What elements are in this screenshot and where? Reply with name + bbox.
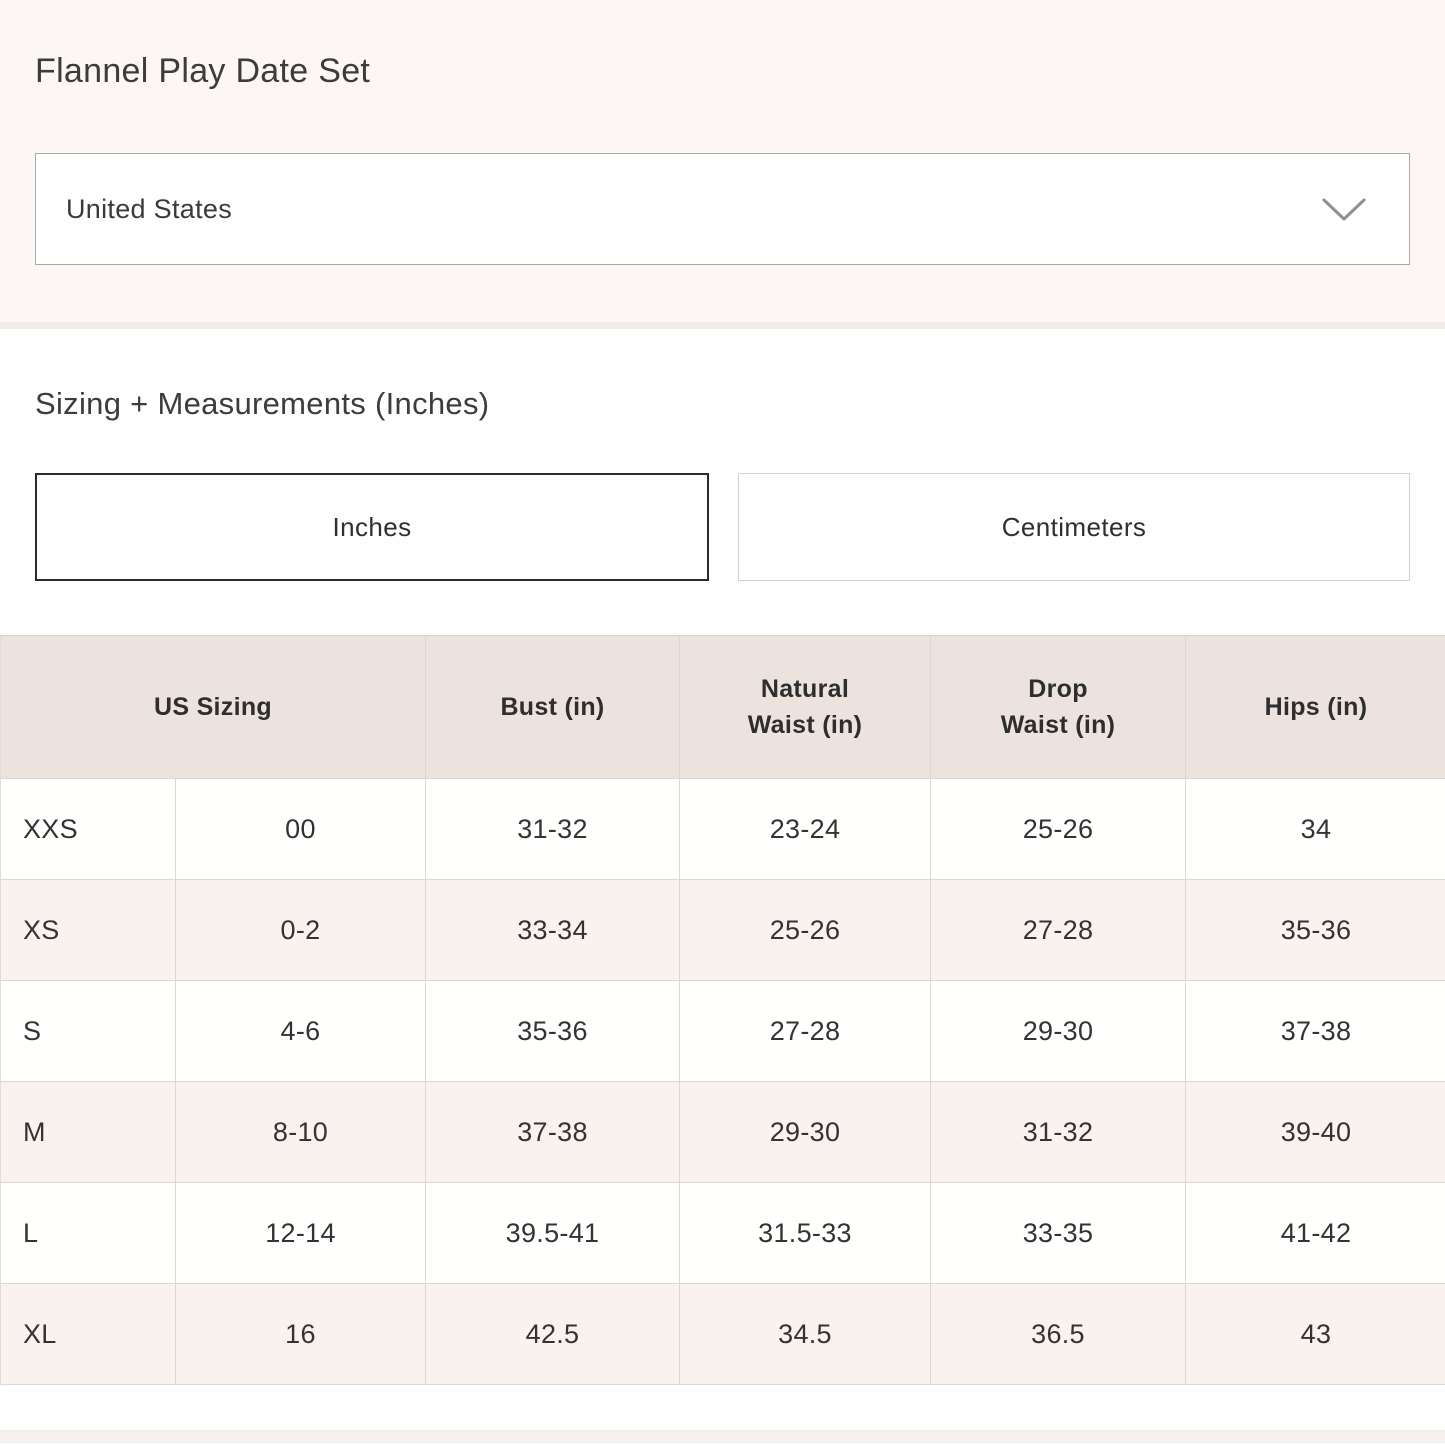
size-table: US Sizing Bust (in) Natural Waist (in) D…	[0, 635, 1445, 1385]
cropped-next-section-edge	[0, 1430, 1445, 1443]
chevron-down-icon	[1321, 195, 1367, 223]
table-cell-hips: 39-40	[1186, 1082, 1445, 1183]
table-cell-bust: 35-36	[426, 981, 680, 1082]
table-cell-natural-waist: 34.5	[680, 1284, 931, 1385]
table-cell-us-size: 16	[176, 1284, 426, 1385]
country-select[interactable]: United States	[35, 153, 1410, 265]
table-cell-size: XXS	[1, 779, 176, 880]
column-header-bust: Bust (in)	[426, 636, 680, 779]
country-select-value: United States	[66, 194, 232, 225]
product-header-section: Flannel Play Date Set United States	[0, 0, 1445, 322]
column-header-us-sizing: US Sizing	[1, 636, 426, 779]
table-cell-drop-waist: 27-28	[931, 880, 1186, 981]
section-divider	[0, 322, 1445, 329]
page-title: Flannel Play Date Set	[35, 0, 1410, 91]
table-cell-bust: 42.5	[426, 1284, 680, 1385]
column-header-natural-waist: Natural Waist (in)	[680, 636, 931, 779]
table-cell-natural-waist: 31.5-33	[680, 1183, 931, 1284]
table-cell-size: L	[1, 1183, 176, 1284]
table-cell-hips: 41-42	[1186, 1183, 1445, 1284]
table-cell-us-size: 00	[176, 779, 426, 880]
table-cell-us-size: 0-2	[176, 880, 426, 981]
table-cell-bust: 37-38	[426, 1082, 680, 1183]
table-cell-hips: 34	[1186, 779, 1445, 880]
unit-toggle: Inches Centimeters	[35, 473, 1410, 581]
table-cell-drop-waist: 33-35	[931, 1183, 1186, 1284]
centimeters-toggle-button[interactable]: Centimeters	[738, 473, 1410, 581]
table-cell-us-size: 8-10	[176, 1082, 426, 1183]
column-header-drop-waist: Drop Waist (in)	[931, 636, 1186, 779]
table-cell-natural-waist: 25-26	[680, 880, 931, 981]
table-cell-drop-waist: 31-32	[931, 1082, 1186, 1183]
table-cell-size: XS	[1, 880, 176, 981]
table-cell-drop-waist: 25-26	[931, 779, 1186, 880]
table-cell-natural-waist: 23-24	[680, 779, 931, 880]
table-cell-size: M	[1, 1082, 176, 1183]
table-cell-drop-waist: 36.5	[931, 1284, 1186, 1385]
table-cell-natural-waist: 27-28	[680, 981, 931, 1082]
table-cell-natural-waist: 29-30	[680, 1082, 931, 1183]
table-cell-drop-waist: 29-30	[931, 981, 1186, 1082]
table-cell-us-size: 12-14	[176, 1183, 426, 1284]
sizing-section-heading: Sizing + Measurements (Inches)	[35, 329, 1410, 422]
table-cell-us-size: 4-6	[176, 981, 426, 1082]
inches-toggle-button[interactable]: Inches	[35, 473, 709, 581]
table-cell-bust: 33-34	[426, 880, 680, 981]
table-cell-hips: 37-38	[1186, 981, 1445, 1082]
table-cell-size: S	[1, 981, 176, 1082]
table-cell-hips: 35-36	[1186, 880, 1445, 981]
column-header-hips: Hips (in)	[1186, 636, 1445, 779]
table-cell-bust: 31-32	[426, 779, 680, 880]
table-cell-size: XL	[1, 1284, 176, 1385]
table-cell-bust: 39.5-41	[426, 1183, 680, 1284]
table-cell-hips: 43	[1186, 1284, 1445, 1385]
